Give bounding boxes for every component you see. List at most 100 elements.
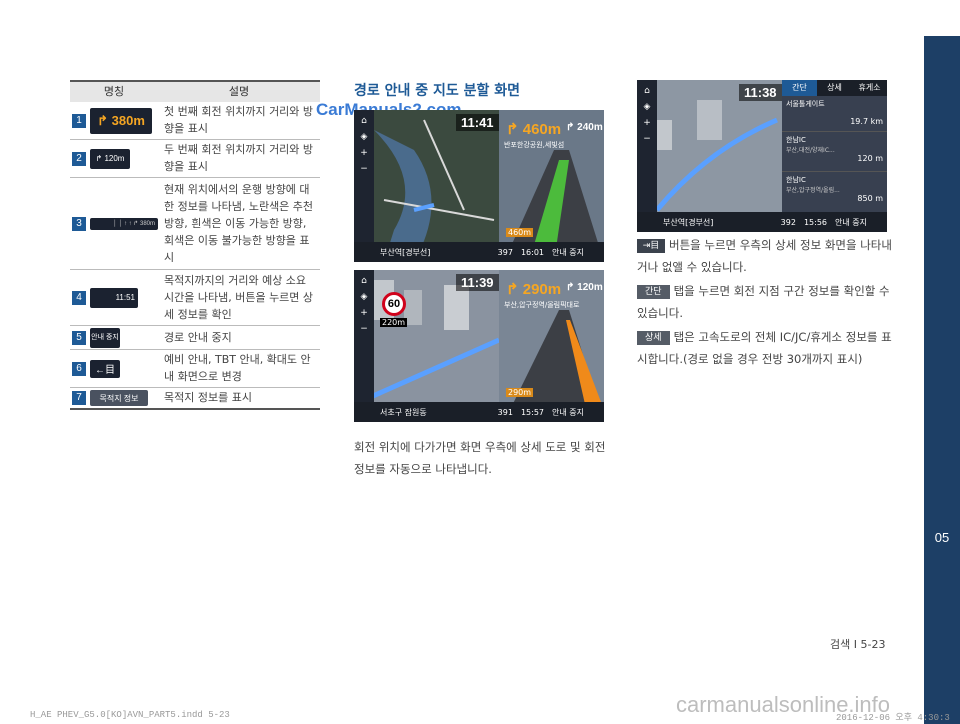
zoom-out-button[interactable]: − bbox=[643, 134, 651, 144]
table-header: 명칭 설명 bbox=[70, 80, 320, 102]
lane-distance: 290m bbox=[506, 388, 534, 397]
eta-distance: 397 bbox=[497, 247, 513, 257]
list-item[interactable]: 한남IC 부산,압구정역/올림... 850 m bbox=[782, 172, 887, 212]
tab-rest-area[interactable]: 휴게소 bbox=[852, 80, 887, 96]
lane-distance: 460m bbox=[506, 228, 534, 237]
current-road: 서초구 잠원동 bbox=[380, 407, 427, 417]
simple-tab-pill: 간단 bbox=[637, 285, 670, 299]
watermark-bottom: carmanualsonline.info bbox=[676, 692, 891, 717]
row-desc: 첫 번째 회전 위치까지 거리와 방향을 표시 bbox=[164, 105, 314, 135]
eta-time: 15:57 bbox=[520, 407, 545, 417]
eta-thumb: 11:51 bbox=[90, 287, 138, 308]
description-1: ⇥目 버튼을 누르면 우측의 상세 정보 화면을 나타내거나 없앨 수 있습니다. bbox=[637, 238, 892, 274]
footer-left: H_AE PHEV_G5.0[KO]AVN_PART5.indd 5-23 bbox=[30, 710, 230, 720]
eta-distance: 392 bbox=[780, 217, 796, 227]
stop-guidance-button[interactable]: 안내 중지 bbox=[552, 407, 584, 418]
second-turn-distance: ↱ 240m bbox=[566, 122, 603, 133]
destination-info-thumb: 목적지 정보 bbox=[90, 390, 148, 406]
second-turn-thumb: ↱ 120m bbox=[90, 148, 130, 169]
toggle-detail-icon: ⇥目 bbox=[637, 239, 665, 253]
zoom-out-button[interactable]: − bbox=[360, 324, 368, 334]
list-item[interactable]: 한남IC 부산,대전/양재IC... 120 m bbox=[782, 132, 887, 172]
row-desc: 경로 안내 중지 bbox=[164, 330, 232, 344]
row-number: 5 bbox=[72, 330, 86, 345]
chapter-number: 05 bbox=[934, 530, 950, 545]
left-controls: ⌂ ◈ + − bbox=[354, 270, 374, 422]
zoom-in-button[interactable]: + bbox=[360, 148, 368, 158]
view-change-thumb: ←目 bbox=[90, 359, 120, 378]
row-number: 4 bbox=[72, 290, 86, 305]
zoom-in-button[interactable]: + bbox=[643, 118, 651, 128]
detail-panel: 간단 상세 휴게소 서울톨게이트 19.7 km 한남IC 부산,대전/양재IC… bbox=[782, 80, 887, 232]
list-item[interactable]: 서울톨게이트 19.7 km bbox=[782, 96, 887, 132]
compass-icon[interactable]: ◈ bbox=[644, 102, 651, 112]
row-number: 2 bbox=[72, 151, 86, 166]
clock: 11:41 bbox=[456, 114, 499, 131]
clock: 11:39 bbox=[456, 274, 499, 291]
row-desc: 두 번째 회전 위치까지 거리와 방향을 표시 bbox=[164, 143, 314, 173]
compass-icon[interactable]: ◈ bbox=[361, 132, 368, 142]
speed-limit-sign: 60 bbox=[382, 292, 406, 316]
table-row: 5 안내 중지 경로 안내 중지 bbox=[70, 326, 320, 350]
row-desc: 현재 위치에서의 운행 방향에 대한 정보를 나타냄, 노란색은 추천방향, 흰… bbox=[164, 182, 314, 264]
bottom-bar: 부산역[경부선] 392 15:56 안내 중지 bbox=[637, 212, 887, 232]
section-title: 경로 안내 중 지도 분할 화면 bbox=[354, 83, 521, 99]
row-number: 7 bbox=[72, 391, 86, 405]
home-icon[interactable]: ⌂ bbox=[361, 116, 367, 126]
caption: 회전 위치에 다가가면 화면 우측에 상세 도로 및 회전 정보를 자동으로 나… bbox=[354, 440, 606, 476]
description-3: 상세 탭은 고속도로의 전체 IC/JC/휴게소 정보를 표시합니다.(경로 없을… bbox=[637, 330, 892, 366]
compass-icon[interactable]: ◈ bbox=[361, 292, 368, 302]
left-controls: ⌂ ◈ + − bbox=[637, 80, 657, 232]
stop-guidance-button[interactable]: 안내 중지 bbox=[552, 247, 584, 258]
split-screen-2: ⌂ ◈ + − 60 220m 11:39 ↱ 290m ↱ 120m 부산,압… bbox=[354, 270, 604, 422]
home-icon[interactable]: ⌂ bbox=[361, 276, 367, 286]
description-2: 간단 탭을 누르면 회전 지점 구간 정보를 확인할 수 있습니다. bbox=[637, 284, 890, 320]
eta-time: 15:56 bbox=[803, 217, 828, 227]
left-controls: ⌂ ◈ + − bbox=[354, 110, 374, 262]
chapter-sidebar bbox=[924, 36, 960, 724]
second-turn-distance: ↱ 120m bbox=[566, 282, 603, 293]
road-name: 반포한강공원,세빛섬 bbox=[504, 141, 565, 149]
bottom-bar: 부산역[경부선] 397 16:01 안내 중지 bbox=[354, 242, 604, 262]
bottom-bar: 서초구 잠원동 391 15:57 안내 중지 bbox=[354, 402, 604, 422]
item-distance: 850 m bbox=[857, 194, 883, 203]
lane-guide-thumb: │ │ ↑ ↑ ↱ 380m bbox=[90, 217, 158, 230]
eta-distance: 391 bbox=[497, 407, 513, 417]
table-row: 1 ↱ 380m 첫 번째 회전 위치까지 거리와 방향을 표시 bbox=[70, 102, 320, 140]
tab-simple[interactable]: 간단 bbox=[782, 80, 817, 96]
item-distance: 120 m bbox=[857, 154, 883, 163]
table-row: 2 ↱ 120m 두 번째 회전 위치까지 거리와 방향을 표시 bbox=[70, 140, 320, 178]
tab-detail[interactable]: 상세 bbox=[817, 80, 852, 96]
row-number: 3 bbox=[72, 216, 86, 231]
turn-distance-thumb: ↱ 380m bbox=[90, 107, 152, 134]
table-row: 3 │ │ ↑ ↑ ↱ 380m 현재 위치에서의 운행 방향에 대한 정보를 … bbox=[70, 178, 320, 270]
header-name: 명칭 bbox=[103, 85, 125, 98]
split-screen-3: ⌂ ◈ + − 11:38 간단 상세 휴게소 서울톨게이트 19.7 km 한… bbox=[637, 80, 887, 232]
current-road: 부산역[경부선] bbox=[663, 217, 714, 227]
table-row: 4 11:51 목적지까지의 거리와 예상 소요 시간을 나타냄, 버튼을 누르… bbox=[70, 270, 320, 326]
detail-tab-pill: 상세 bbox=[637, 331, 670, 345]
clock: 11:38 bbox=[739, 84, 782, 101]
row-number: 1 bbox=[72, 113, 86, 128]
row-number: 6 bbox=[72, 361, 86, 376]
first-turn-distance: ↱ 290m bbox=[506, 281, 562, 298]
split-screen-1: ⌂ ◈ + − 11:41 ↱ 460m ↱ 240m 반포한강공원,세빛섬 4… bbox=[354, 110, 604, 262]
row-desc: 목적지까지의 거리와 예상 소요 시간을 나타냄, 버튼을 누르면 상세 정보를… bbox=[164, 273, 314, 321]
component-table: 명칭 설명 1 ↱ 380m 첫 번째 회전 위치까지 거리와 방향을 표시 2… bbox=[70, 80, 320, 410]
page-number: 검색 I 5-23 bbox=[830, 638, 886, 651]
table-row: 6 ←目 예비 안내, TBT 안내, 확대도 안내 화면으로 변경 bbox=[70, 350, 320, 388]
current-road: 부산역[경부선] bbox=[380, 247, 431, 257]
eta-time: 16:01 bbox=[520, 247, 545, 257]
row-desc: 예비 안내, TBT 안내, 확대도 안내 화면으로 변경 bbox=[164, 353, 311, 383]
zoom-out-button[interactable]: − bbox=[360, 164, 368, 174]
stop-guidance-thumb: 안내 중지 bbox=[90, 327, 120, 348]
road-name: 부산,압구정역/올림픽대로 bbox=[504, 301, 580, 309]
stop-guidance-button[interactable]: 안내 중지 bbox=[835, 217, 867, 228]
row-desc: 목적지 정보를 표시 bbox=[164, 391, 252, 404]
header-desc: 설명 bbox=[228, 85, 250, 98]
item-distance: 19.7 km bbox=[850, 117, 883, 126]
home-icon[interactable]: ⌂ bbox=[644, 86, 650, 96]
speed-camera-distance: 220m bbox=[380, 318, 408, 327]
table-row: 7 목적지 정보 목적지 정보를 표시 bbox=[70, 388, 320, 410]
zoom-in-button[interactable]: + bbox=[360, 308, 368, 318]
